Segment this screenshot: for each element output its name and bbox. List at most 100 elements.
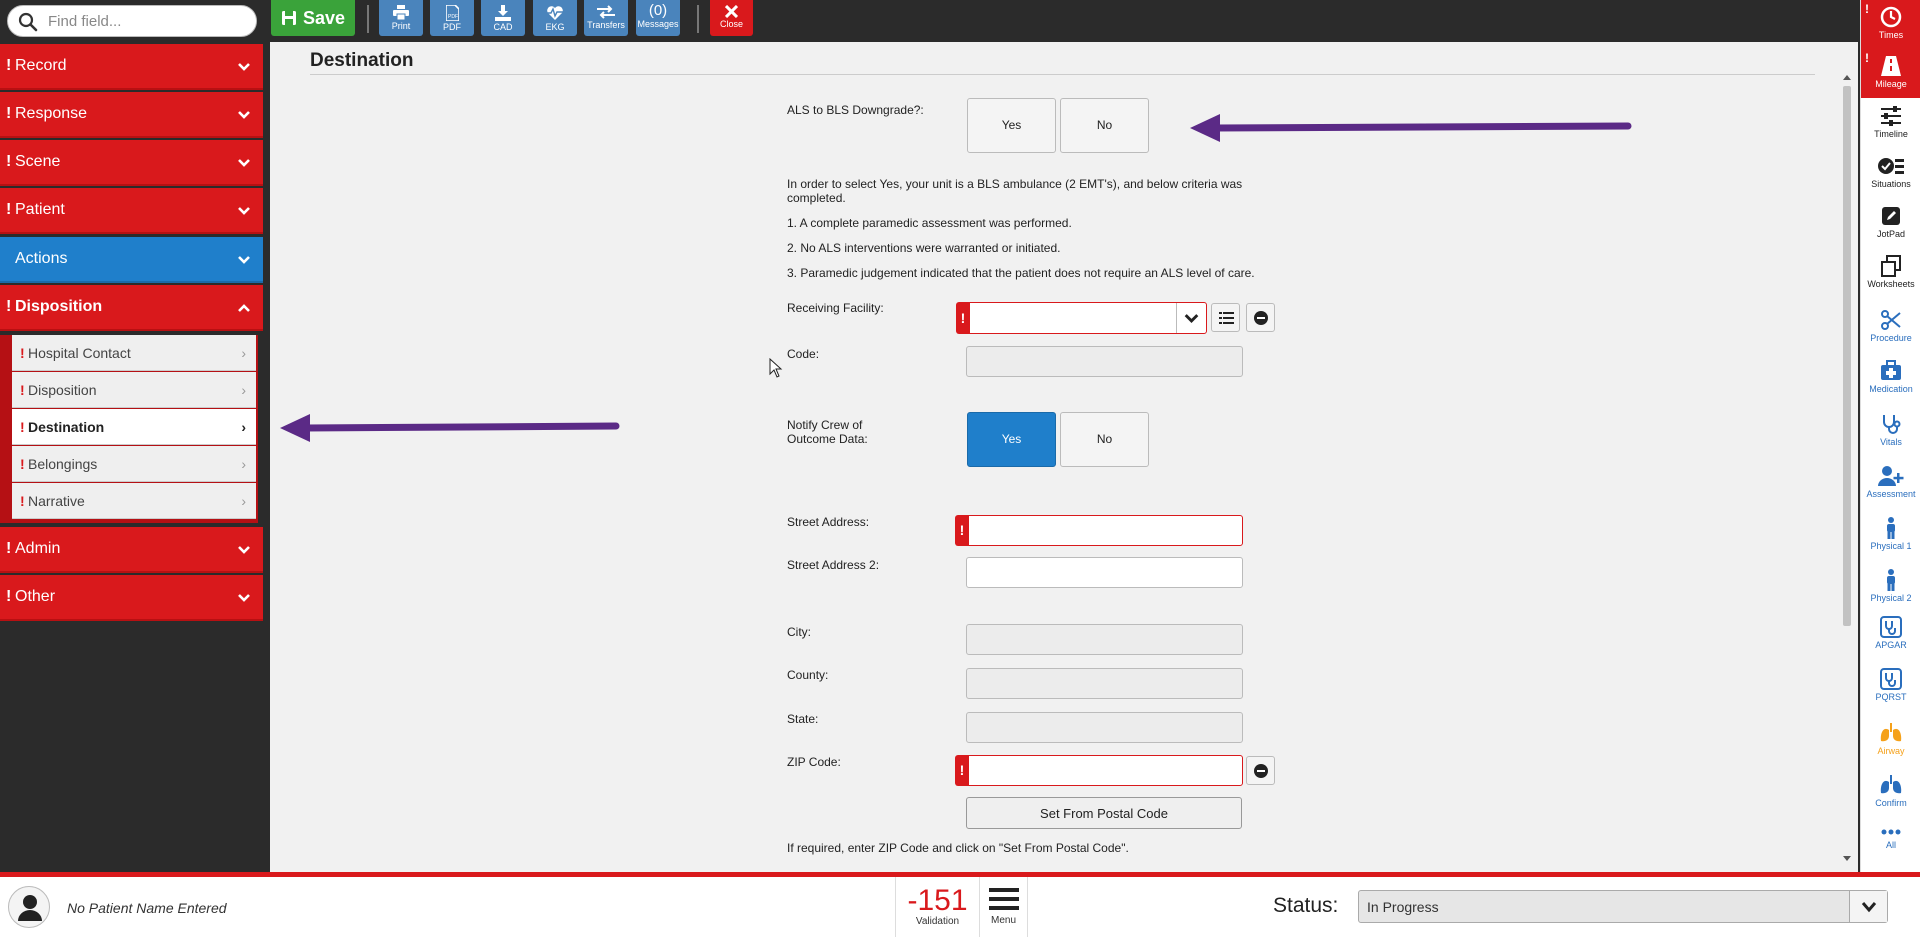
user-plus-icon [1878, 466, 1904, 486]
nav-section-actions[interactable]: Actions [0, 237, 263, 283]
set-from-postal-code-button[interactable]: Set From Postal Code [966, 797, 1242, 829]
messages-button[interactable]: (0) Messages [636, 0, 680, 36]
notify-no-button[interactable]: No [1060, 412, 1149, 467]
pqrst-button[interactable]: PQRST [1861, 662, 1920, 711]
zip-input[interactable]: ! [955, 755, 1243, 786]
close-button[interactable]: Close [710, 0, 753, 36]
download-icon [495, 5, 511, 21]
cad-button[interactable]: CAD [481, 0, 525, 36]
street-address-input[interactable]: ! [955, 515, 1243, 546]
worksheets-button[interactable]: Worksheets [1861, 249, 1920, 298]
status-dropdown-toggle[interactable] [1849, 891, 1887, 922]
person-icon [1887, 517, 1895, 539]
status-bar: No Patient Name Entered -151 Validation … [0, 877, 1920, 937]
situations-button[interactable]: Situations [1861, 149, 1920, 198]
downgrade-no-button[interactable]: No [1060, 98, 1149, 153]
physical-2-button[interactable]: Physical 2 [1861, 563, 1920, 612]
search-input[interactable] [46, 10, 246, 32]
apgar-button[interactable]: APGAR [1861, 610, 1920, 659]
search-box[interactable] [7, 5, 257, 37]
required-indicator: ! [1865, 2, 1869, 16]
timeline-button[interactable]: Timeline [1861, 99, 1920, 148]
stethoscope-icon [1880, 616, 1902, 638]
nav-section-other[interactable]: ! Other [0, 575, 263, 621]
subsection-destination[interactable]: ! Destination › [12, 409, 256, 445]
subsection-label: Destination [28, 419, 105, 435]
assessment-button[interactable]: Assessment [1861, 459, 1920, 508]
chevron-down-icon [1176, 303, 1199, 333]
medkit-icon [1881, 360, 1901, 380]
downgrade-label: ALS to BLS Downgrade?: [787, 103, 924, 117]
chevron-right-icon: › [241, 493, 246, 509]
disposition-subsections: ! Hospital Contact › ! Disposition › ! D… [0, 335, 258, 523]
messages-label: Messages [637, 19, 679, 29]
exchange-icon [597, 5, 615, 19]
county-field[interactable] [966, 668, 1243, 699]
pen-icon [1882, 207, 1900, 225]
patient-name: No Patient Name Entered [67, 900, 227, 916]
ekg-button[interactable]: EKG [533, 0, 577, 36]
city-field[interactable] [966, 624, 1243, 655]
menu-button[interactable]: Menu [980, 877, 1028, 937]
medication-button[interactable]: Medication [1861, 354, 1920, 403]
rightbar-label: Assessment [1866, 489, 1916, 499]
pdf-button[interactable]: PDF PDF [430, 0, 474, 36]
subsection-narrative[interactable]: ! Narrative › [12, 483, 256, 519]
subsection-belongings[interactable]: ! Belongings › [12, 446, 256, 482]
menu-label: Menu [990, 915, 1016, 926]
procedure-button[interactable]: Procedure [1861, 303, 1920, 352]
city-label: City: [787, 625, 811, 639]
copy-icon [1881, 255, 1901, 277]
clear-facility-button[interactable] [1246, 303, 1275, 332]
nav-section-response[interactable]: ! Response [0, 92, 263, 138]
nav-section-label: Response [15, 105, 88, 122]
subsection-hospital-contact[interactable]: ! Hospital Contact › [12, 335, 256, 371]
nav-section-patient[interactable]: ! Patient [0, 188, 263, 234]
mileage-button[interactable]: ! Mileage [1861, 49, 1920, 98]
avatar[interactable] [8, 886, 50, 928]
times-button[interactable]: ! Times [1861, 0, 1920, 49]
sliders-icon [1881, 106, 1901, 126]
physical-1-button[interactable]: Physical 1 [1861, 511, 1920, 560]
required-indicator: ! [20, 345, 25, 361]
scissors-icon [1881, 310, 1901, 330]
required-indicator: ! [20, 493, 25, 509]
chevron-right-icon: › [241, 456, 246, 472]
nav-section-scene[interactable]: ! Scene [0, 140, 263, 186]
more-icon [1881, 829, 1901, 835]
scrollbar[interactable] [1841, 74, 1853, 864]
nav-section-admin[interactable]: ! Admin [0, 527, 263, 573]
transfers-button[interactable]: Transfers [584, 0, 628, 36]
close-icon [725, 5, 738, 18]
facility-list-button[interactable] [1211, 303, 1240, 332]
all-button[interactable]: All [1861, 820, 1920, 869]
rightbar-label: Airway [1877, 746, 1905, 756]
save-label: Save [302, 8, 346, 29]
print-button[interactable]: Print [379, 0, 423, 36]
receiving-facility-select[interactable]: ! [956, 302, 1207, 334]
clear-zip-button[interactable] [1246, 756, 1275, 785]
nav-section-label: Disposition [15, 298, 103, 315]
jotpad-button[interactable]: JotPad [1861, 199, 1920, 248]
nav-section-disposition[interactable]: ! Disposition [0, 285, 263, 331]
chevron-right-icon: › [241, 345, 246, 361]
airway-button[interactable]: Airway [1861, 716, 1920, 765]
state-field[interactable] [966, 712, 1243, 743]
nav-section-label: Scene [15, 153, 61, 170]
confirm-button[interactable]: Confirm [1861, 768, 1920, 817]
postal-hint: If required, enter ZIP Code and click on… [787, 841, 1129, 855]
validation-button[interactable]: -151 Validation [895, 877, 980, 937]
code-field[interactable] [966, 346, 1243, 377]
downgrade-yes-button[interactable]: Yes [967, 98, 1056, 153]
status-select[interactable]: In Progress [1358, 890, 1888, 923]
required-indicator: ! [6, 298, 12, 315]
scrollbar-thumb[interactable] [1843, 86, 1851, 626]
vitals-button[interactable]: Vitals [1861, 407, 1920, 456]
notify-yes-button[interactable]: Yes [967, 412, 1056, 467]
nav-section-record[interactable]: ! Record [0, 44, 263, 90]
rightbar-label: Physical 2 [1870, 593, 1912, 603]
subsection-disposition[interactable]: ! Disposition › [12, 372, 256, 408]
save-button[interactable]: Save [271, 0, 355, 36]
street-address-2-input[interactable] [966, 557, 1243, 588]
printer-icon [393, 5, 409, 20]
